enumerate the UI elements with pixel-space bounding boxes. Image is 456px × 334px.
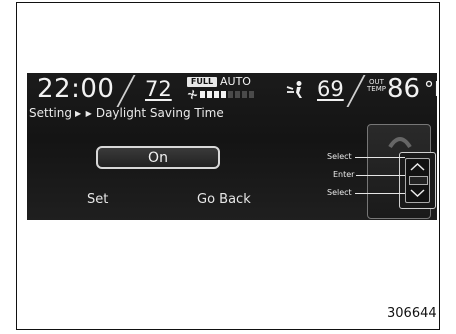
knob-inner bbox=[405, 158, 430, 203]
go-back-button[interactable]: Go Back bbox=[197, 192, 251, 207]
knob-select-up-label: Select bbox=[327, 152, 352, 161]
set-button[interactable]: Set bbox=[87, 192, 108, 207]
callout-line bbox=[355, 193, 405, 194]
fan-bar bbox=[214, 91, 219, 98]
fan-bar bbox=[235, 91, 240, 98]
breadcrumb: Setting ▶ ▶ Daylight Saving Time bbox=[29, 106, 224, 120]
driver-temp[interactable]: 72 bbox=[145, 77, 172, 101]
knob-top-arc bbox=[388, 137, 412, 149]
enter-button[interactable] bbox=[409, 176, 428, 185]
chevron-down-icon[interactable] bbox=[410, 189, 425, 197]
chevron-up-icon[interactable] bbox=[410, 163, 425, 171]
passenger-temp[interactable]: 69 bbox=[317, 77, 344, 101]
clock: 22:00 bbox=[37, 74, 115, 104]
fan-icon bbox=[187, 89, 198, 100]
callout-line bbox=[356, 175, 405, 176]
callout-line bbox=[355, 157, 405, 158]
breadcrumb-parent: Setting bbox=[29, 106, 72, 120]
outside-temp-label: OUT TEMP bbox=[367, 79, 386, 93]
fan-level-bars bbox=[200, 91, 254, 98]
fan-bar bbox=[207, 91, 212, 98]
out-label-line2: TEMP bbox=[367, 85, 386, 93]
knob-enter-label: Enter bbox=[333, 170, 355, 179]
breadcrumb-current: Daylight Saving Time bbox=[95, 106, 224, 120]
fan-bar bbox=[221, 91, 226, 98]
temp-unit: °F bbox=[424, 77, 437, 101]
fan-bar bbox=[200, 91, 205, 98]
status-bar: 22:00 72 FULL AUTO 69 OUT TEMP 86 ° bbox=[27, 73, 437, 107]
fan-bar bbox=[242, 91, 247, 98]
fan-bar bbox=[228, 91, 233, 98]
outside-temp: 86 bbox=[387, 74, 421, 104]
auto-label: AUTO bbox=[220, 75, 251, 88]
airflow-icon bbox=[286, 81, 302, 98]
fan-bar bbox=[249, 91, 254, 98]
selector-knob[interactable] bbox=[399, 152, 436, 209]
divider-slash bbox=[346, 75, 366, 107]
fan-mode-badge: FULL bbox=[187, 77, 217, 87]
divider-slash bbox=[116, 75, 136, 107]
on-toggle-button[interactable]: On bbox=[96, 146, 220, 169]
figure-number: 306644 bbox=[387, 306, 437, 321]
display-screen: 22:00 72 FULL AUTO 69 OUT TEMP 86 ° Sett… bbox=[27, 73, 437, 220]
knob-select-down-label: Select bbox=[327, 188, 352, 197]
breadcrumb-separator: ▶ ▶ bbox=[74, 108, 93, 118]
